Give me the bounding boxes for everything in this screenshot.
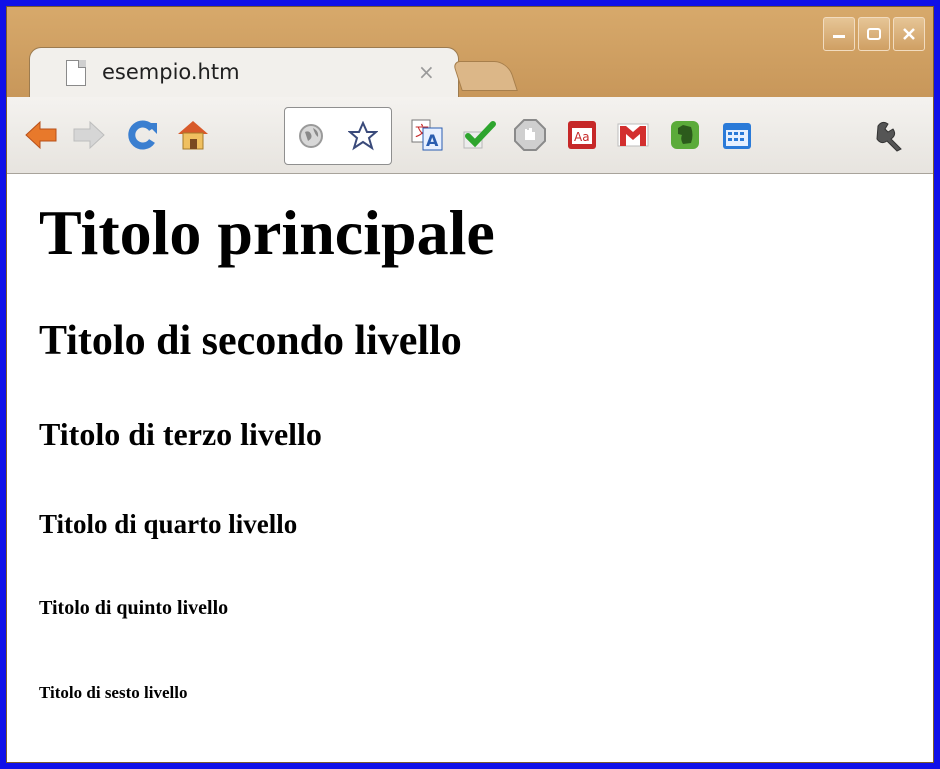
heading-level-6: Titolo di sesto livello: [39, 683, 188, 702]
tab-esempio[interactable]: esempio.htm ×: [29, 47, 459, 97]
calendar-extension[interactable]: [717, 115, 757, 155]
gmail-extension[interactable]: [613, 115, 653, 155]
tab-title: esempio.htm: [102, 60, 240, 84]
maximize-button[interactable]: [858, 17, 890, 51]
heading-level-3: Titolo di terzo livello: [39, 416, 322, 452]
address-bar[interactable]: [284, 107, 392, 165]
svg-text:A: A: [426, 131, 439, 150]
wrench-icon: [876, 121, 902, 152]
translate-icon: 文A: [411, 119, 443, 151]
new-tab-button[interactable]: [452, 61, 518, 91]
calendar-icon: [723, 123, 751, 149]
minimize-button[interactable]: [823, 17, 855, 51]
home-button[interactable]: [173, 115, 213, 155]
title-bar: esempio.htm ×: [7, 7, 933, 97]
forward-button[interactable]: [69, 115, 109, 155]
back-button[interactable]: [21, 115, 61, 155]
heading-level-2: Titolo di secondo livello: [39, 318, 462, 364]
close-icon: [903, 28, 915, 40]
stop-sign-icon: [514, 119, 546, 151]
checkmark-icon: [463, 121, 496, 149]
settings-wrench-button[interactable]: [869, 115, 909, 155]
home-icon: [178, 121, 208, 150]
close-button[interactable]: [893, 17, 925, 51]
heading-level-5: Titolo di quinto livello: [39, 597, 229, 619]
adblock-extension[interactable]: [510, 115, 550, 155]
screen: { "window": { "tab_title": "esempio.htm"…: [0, 0, 940, 769]
evernote-extension[interactable]: [665, 115, 705, 155]
maximize-icon: [867, 28, 881, 40]
checkmark-extension[interactable]: [459, 115, 499, 155]
bookmark-star-button[interactable]: [343, 116, 383, 156]
heading-level-4: Titolo di quarto livello: [39, 509, 298, 539]
translate-extension[interactable]: 文A: [407, 115, 447, 155]
browser-toolbar: 文A Aa: [7, 97, 933, 174]
reload-icon: [128, 120, 157, 150]
svg-text:Aa: Aa: [574, 130, 590, 144]
document-icon: [66, 60, 86, 86]
star-icon: [348, 121, 378, 151]
window-controls: [823, 17, 925, 51]
globe-icon: [291, 116, 331, 156]
tab-close-button[interactable]: ×: [418, 60, 435, 84]
browser-window: esempio.htm × 文A Aa Titolo principale Ti…: [6, 6, 934, 763]
gmail-icon: [617, 123, 649, 147]
minimize-icon: [833, 35, 845, 38]
heading-level-1: Titolo principale: [39, 197, 495, 268]
evernote-icon: [671, 121, 699, 149]
back-arrow-icon: [25, 120, 57, 150]
dictionary-extension[interactable]: Aa: [562, 115, 602, 155]
dictionary-icon: Aa: [568, 121, 596, 149]
page-content: Titolo principale Titolo di secondo live…: [7, 174, 933, 762]
reload-button[interactable]: [122, 115, 162, 155]
forward-arrow-icon: [73, 120, 105, 150]
